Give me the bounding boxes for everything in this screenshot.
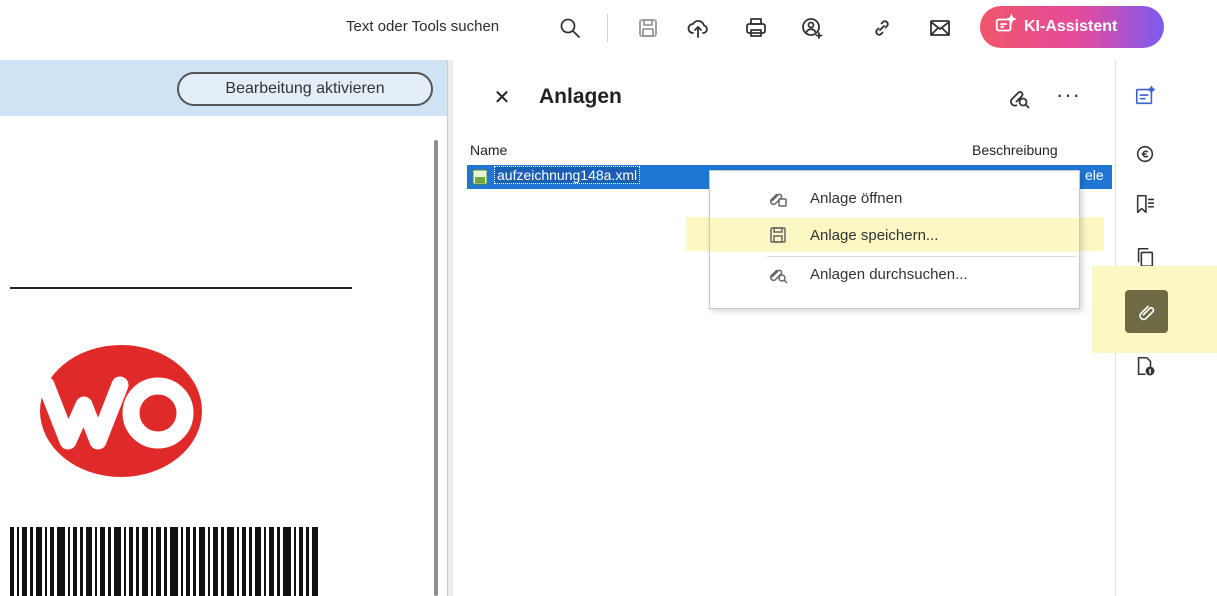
ai-assistant-button[interactable]: KI-Assistent (980, 6, 1164, 48)
search-attachments-icon (768, 264, 788, 284)
comment-edit-icon[interactable] (1131, 82, 1159, 110)
attachment-icon[interactable] (1125, 290, 1168, 333)
column-header-name[interactable]: Name (470, 142, 507, 158)
link-icon[interactable] (868, 14, 896, 42)
bookmark-list-icon[interactable] (1131, 190, 1159, 218)
toolbar-separator (607, 14, 608, 42)
column-header-description[interactable]: Beschreibung (972, 142, 1058, 158)
attachment-file-name[interactable]: aufzeichnung148a.xml (493, 166, 641, 184)
ai-assistant-icon (994, 12, 1018, 41)
menu-item-save-attachment[interactable]: Anlage speichern... (710, 218, 1079, 252)
more-options-icon[interactable]: ··· (1056, 82, 1081, 108)
stamp-icon[interactable] (1131, 140, 1159, 168)
document-properties-icon[interactable] (1131, 352, 1159, 380)
signature-line (10, 287, 352, 289)
search-attachments-button[interactable] (1007, 86, 1033, 112)
save-attachment-icon (768, 225, 788, 245)
close-icon: ✕ (493, 86, 511, 109)
attachments-panel (453, 60, 1115, 596)
open-attachment-icon (768, 188, 788, 208)
barcode (10, 527, 318, 596)
enable-editing-button[interactable]: Bearbeitung aktivieren (177, 72, 433, 106)
attachment-description: ele (1085, 167, 1104, 183)
mail-icon[interactable] (926, 14, 954, 42)
attachment-search-icon (1010, 91, 1030, 109)
menu-item-open-attachment[interactable]: Anlage öffnen (710, 181, 1079, 215)
menu-item-label: Anlage speichern... (810, 226, 939, 244)
document-scrollbar[interactable] (434, 140, 438, 596)
share-user-icon[interactable] (798, 14, 826, 42)
context-menu: Anlage öffnen Anlage speichern... Anlage… (709, 170, 1080, 309)
save-icon[interactable] (634, 14, 662, 42)
search-icon[interactable] (556, 14, 584, 42)
xml-file-icon (472, 169, 488, 185)
menu-item-label: Anlagen durchsuchen... (810, 265, 968, 283)
panel-title: Anlagen (539, 85, 622, 108)
print-icon[interactable] (742, 14, 770, 42)
menu-item-search-attachments[interactable]: Anlagen durchsuchen... (710, 257, 1079, 291)
menu-item-label: Anlage öffnen (810, 189, 903, 207)
top-toolbar: Text oder Tools suchen KI-Assistent (0, 0, 1217, 58)
wo-logo (40, 345, 202, 477)
ai-assistant-label: KI-Assistent (1024, 18, 1118, 35)
upload-icon[interactable] (684, 14, 712, 42)
search-label[interactable]: Text oder Tools suchen (346, 18, 499, 35)
close-panel-button[interactable]: ✕ (491, 86, 513, 109)
